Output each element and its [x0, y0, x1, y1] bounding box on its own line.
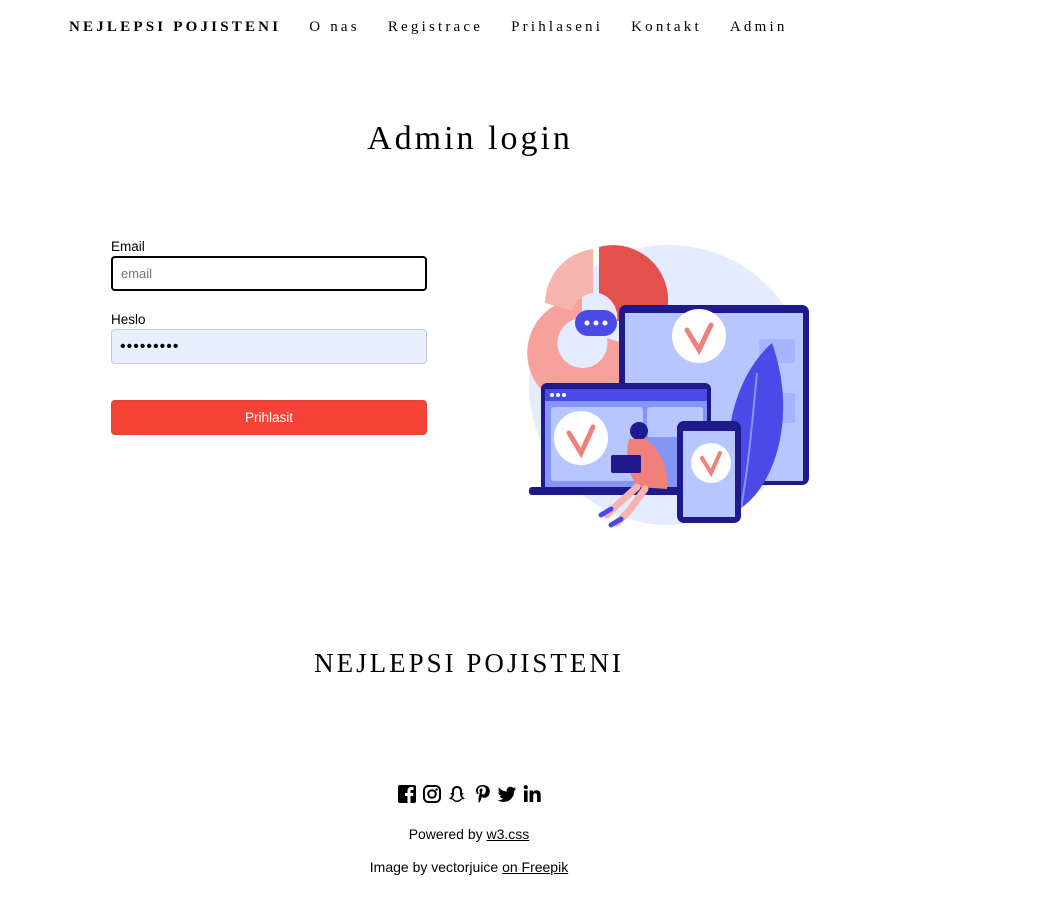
powered-by-text: Powered by w3.css [0, 826, 938, 842]
page-title: Admin login [367, 120, 573, 157]
nav-item-kontakt[interactable]: Kontakt [617, 19, 716, 36]
pinterest-icon[interactable] [472, 783, 492, 805]
nav-item-o-nas[interactable]: O nas [295, 19, 374, 36]
w3css-link[interactable]: w3.css [487, 826, 530, 842]
security-devices-illustration [527, 245, 809, 528]
footer-brand: NEJLEPSI POJISTENI [314, 648, 624, 678]
linkedin-icon[interactable] [522, 783, 542, 805]
password-label: Heslo [111, 312, 146, 327]
instagram-icon[interactable] [422, 783, 442, 805]
email-label: Email [111, 239, 145, 254]
twitter-icon[interactable] [497, 783, 517, 805]
password-input[interactable] [111, 329, 427, 364]
image-credit-prefix: Image by vectorjuice [369, 859, 503, 875]
snapchat-icon[interactable] [447, 783, 467, 805]
social-links [0, 783, 938, 805]
login-button[interactable]: Prihlasit [111, 400, 427, 435]
nav-brand-link[interactable]: NEJLEPSI POJISTENI [55, 19, 295, 36]
powered-by-prefix: Powered by [408, 826, 487, 842]
login-form: Email Heslo Prihlasit [111, 239, 427, 435]
image-credit-text: Image by vectorjuice on Freepik [0, 859, 938, 875]
nav-item-registrace[interactable]: Registrace [374, 19, 497, 36]
freepik-link[interactable]: on Freepik [502, 859, 568, 875]
nav-item-admin[interactable]: Admin [716, 19, 802, 36]
top-navigation: NEJLEPSI POJISTENI O nas Registrace Prih… [55, 0, 802, 55]
nav-item-prihlaseni[interactable]: Prihlaseni [497, 19, 617, 36]
facebook-icon[interactable] [397, 783, 417, 805]
email-input[interactable] [111, 256, 427, 291]
